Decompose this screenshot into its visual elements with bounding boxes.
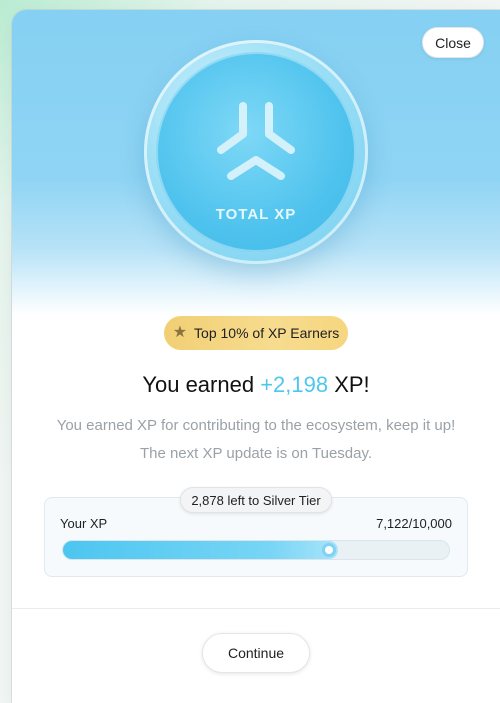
earned-headline: You earned +2,198 XP! — [12, 372, 500, 398]
tier-remaining-pill: 2,878 left to Silver Tier — [180, 487, 332, 513]
close-button[interactable]: Close — [422, 27, 484, 58]
total-xp-coin: TOTAL XP — [144, 40, 368, 264]
top-earners-badge: ★ Top 10% of XP Earners — [164, 316, 348, 350]
headline-suffix: XP! — [328, 372, 370, 397]
coin-face: TOTAL XP — [156, 52, 356, 252]
footer-divider — [12, 608, 500, 609]
xp-earned-modal: Close TOTAL XP ★ Top 10% of XP Earners Y… — [12, 10, 500, 703]
earned-amount: +2,198 — [260, 372, 329, 397]
xp-progress-bar — [62, 540, 450, 560]
xp-progress-knob — [322, 543, 336, 557]
badge-label: Top 10% of XP Earners — [194, 325, 340, 341]
xp-progress-fill — [63, 541, 338, 559]
coin-title: TOTAL XP — [215, 206, 297, 223]
continue-button[interactable]: Continue — [202, 633, 310, 673]
earned-description: You earned XP for contributing to the ec… — [56, 417, 456, 462]
xp-label: Your XP — [60, 516, 108, 531]
star-icon: ★ — [172, 324, 188, 341]
headline-prefix: You earned — [142, 372, 261, 397]
xp-value: 7,122/10,000 — [376, 516, 452, 531]
xp-logo-icon — [217, 102, 295, 180]
